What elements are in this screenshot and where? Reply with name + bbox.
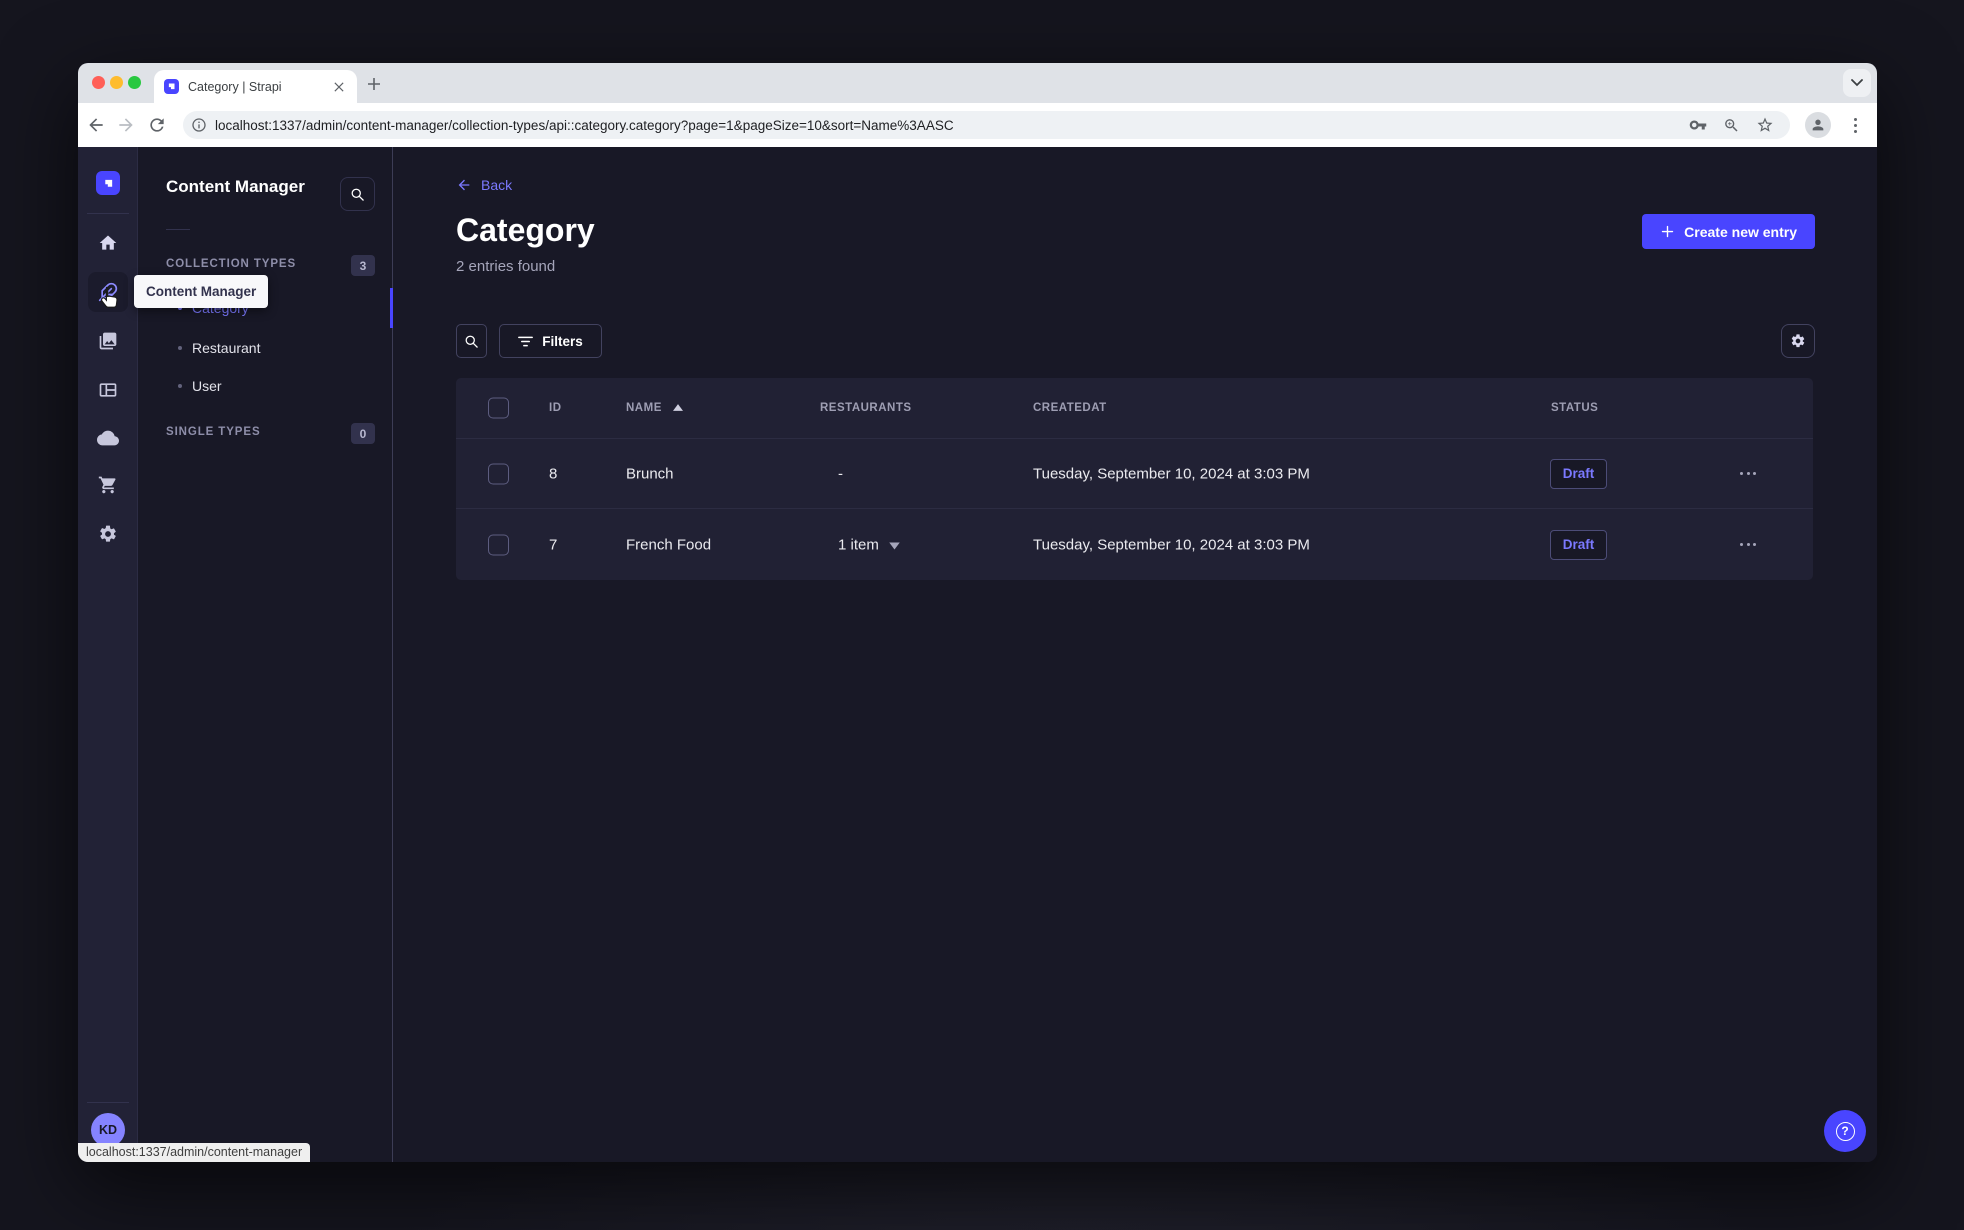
- main-content: Back Category 2 entries found Create new…: [393, 147, 1877, 1162]
- tab-title: Category | Strapi: [188, 79, 282, 94]
- status-badge: Draft: [1550, 458, 1607, 489]
- browser-reload-icon[interactable]: [147, 115, 167, 135]
- strapi-logo[interactable]: [96, 171, 120, 195]
- bullet-icon: [178, 346, 182, 350]
- row-checkbox[interactable]: [488, 463, 509, 484]
- tab-close-icon[interactable]: [331, 79, 347, 95]
- cell-name: Brunch: [626, 465, 674, 482]
- navbar-divider: [87, 1102, 129, 1103]
- status-bar-link-preview: localhost:1337/admin/content-manager: [78, 1143, 311, 1162]
- header-restaurants[interactable]: RESTAURANTS: [820, 402, 912, 414]
- bullet-icon: [178, 384, 182, 388]
- cell-createdat: Tuesday, September 10, 2024 at 3:03 PM: [1033, 536, 1310, 553]
- cell-restaurants: -: [838, 465, 843, 482]
- search-icon: [351, 188, 364, 201]
- filters-button[interactable]: Filters: [499, 324, 602, 358]
- cell-name: French Food: [626, 536, 712, 553]
- search-icon: [465, 335, 478, 348]
- header-status[interactable]: STATUS: [1551, 402, 1598, 414]
- sidebar-item-marketplace[interactable]: [88, 465, 128, 505]
- header-id[interactable]: ID: [549, 402, 562, 414]
- minimize-window-button[interactable]: [110, 76, 123, 89]
- close-window-button[interactable]: [92, 76, 105, 89]
- question-icon: ?: [1835, 1121, 1855, 1141]
- cloud-icon: [97, 430, 119, 446]
- table-search-button[interactable]: [456, 324, 487, 358]
- cell-createdat: Tuesday, September 10, 2024 at 3:03 PM: [1033, 465, 1310, 482]
- sort-asc-icon: [672, 404, 683, 411]
- tab-strip: Category | Strapi: [78, 63, 1877, 103]
- table-row[interactable]: 8 Brunch - Tuesday, September 10, 2024 a…: [456, 439, 1813, 509]
- row-actions-menu[interactable]: [1734, 464, 1762, 484]
- row-checkbox[interactable]: [488, 534, 509, 555]
- cell-id: 8: [549, 465, 558, 482]
- subnav-item-restaurant[interactable]: Restaurant: [138, 328, 393, 368]
- hand-cursor: [100, 286, 118, 308]
- bookmark-star-icon[interactable]: [1756, 116, 1774, 134]
- back-link[interactable]: Back: [456, 177, 512, 193]
- sidebar-item-media-library[interactable]: [88, 321, 128, 361]
- strapi-favicon: [164, 79, 179, 94]
- browser-back-icon[interactable]: [86, 115, 106, 135]
- sidebar-item-home[interactable]: [88, 223, 128, 263]
- arrow-left-icon: [458, 179, 470, 191]
- settings-gear-icon: [100, 525, 116, 542]
- page-title: Category: [456, 212, 595, 248]
- table-row[interactable]: 7 French Food 1 item Tuesday, September …: [456, 509, 1813, 580]
- row-actions-menu[interactable]: [1734, 535, 1762, 555]
- browser-toolbar: localhost:1337/admin/content-manager/col…: [78, 103, 1877, 147]
- cell-id: 7: [549, 536, 558, 553]
- select-all-checkbox[interactable]: [488, 397, 509, 419]
- user-avatar[interactable]: KD: [91, 1113, 125, 1147]
- entries-count: 2 entries found: [456, 258, 556, 275]
- sidebar-item-settings[interactable]: [88, 514, 128, 554]
- gear-icon: [1791, 334, 1805, 348]
- browser-window: Category | Strapi localhost:1337/admin/c…: [78, 63, 1877, 1162]
- subnav-divider: [166, 229, 190, 230]
- cell-restaurants[interactable]: 1 item: [838, 536, 900, 553]
- subnav-item-user[interactable]: User: [138, 366, 393, 406]
- browser-tab[interactable]: Category | Strapi: [154, 70, 357, 103]
- content-manager-tooltip: Content Manager: [134, 275, 269, 308]
- window-controls: [92, 76, 141, 89]
- tab-search-chevron-button[interactable]: [1843, 69, 1871, 97]
- media-library-icon: [99, 332, 117, 350]
- maximize-window-button[interactable]: [128, 76, 141, 89]
- browser-menu-icon[interactable]: [1850, 115, 1860, 135]
- header-name[interactable]: NAME: [626, 402, 683, 414]
- content-type-builder-icon: [99, 383, 117, 397]
- single-types-count-badge: 0: [351, 423, 375, 444]
- subnav-search-button[interactable]: [340, 177, 375, 211]
- sidebar-item-cloud[interactable]: [88, 418, 128, 458]
- browser-profile-avatar[interactable]: [1805, 112, 1831, 138]
- password-key-icon[interactable]: [1689, 116, 1707, 134]
- status-badge: Draft: [1550, 529, 1607, 560]
- help-button[interactable]: ?: [1824, 1110, 1866, 1152]
- collection-types-label: COLLECTION TYPES: [166, 258, 297, 270]
- single-types-label: SINGLE TYPES: [166, 426, 261, 438]
- entries-table: ID NAME RESTAURANTS CREATEDAT STATUS 8 B…: [456, 378, 1813, 580]
- home-icon: [99, 235, 117, 250]
- table-header-row: ID NAME RESTAURANTS CREATEDAT STATUS: [456, 378, 1813, 439]
- sidebar-item-content-type-builder[interactable]: [88, 370, 128, 410]
- zoom-icon[interactable]: [1723, 117, 1740, 134]
- strapi-app: KD Content Manager COLLECTION TYPES 3 Ca…: [78, 147, 1877, 1162]
- url-bar[interactable]: localhost:1337/admin/content-manager/col…: [183, 111, 1790, 139]
- marketplace-cart-icon: [98, 476, 116, 494]
- url-text: localhost:1337/admin/content-manager/col…: [215, 117, 954, 133]
- create-new-entry-button[interactable]: Create new entry: [1642, 214, 1815, 249]
- subnav-title: Content Manager: [166, 177, 305, 196]
- table-settings-button[interactable]: [1781, 324, 1815, 358]
- header-createdat[interactable]: CREATEDAT: [1033, 402, 1107, 414]
- plus-icon: [1661, 225, 1674, 238]
- collection-types-count-badge: 3: [351, 255, 375, 276]
- chevron-down-icon: [889, 542, 900, 549]
- site-info-icon[interactable]: [191, 117, 207, 133]
- navbar-divider: [87, 213, 129, 214]
- filter-icon: [518, 336, 534, 346]
- browser-forward-icon[interactable]: [116, 115, 136, 135]
- desktop-background: Category | Strapi localhost:1337/admin/c…: [0, 0, 1964, 1230]
- new-tab-button[interactable]: [361, 71, 387, 97]
